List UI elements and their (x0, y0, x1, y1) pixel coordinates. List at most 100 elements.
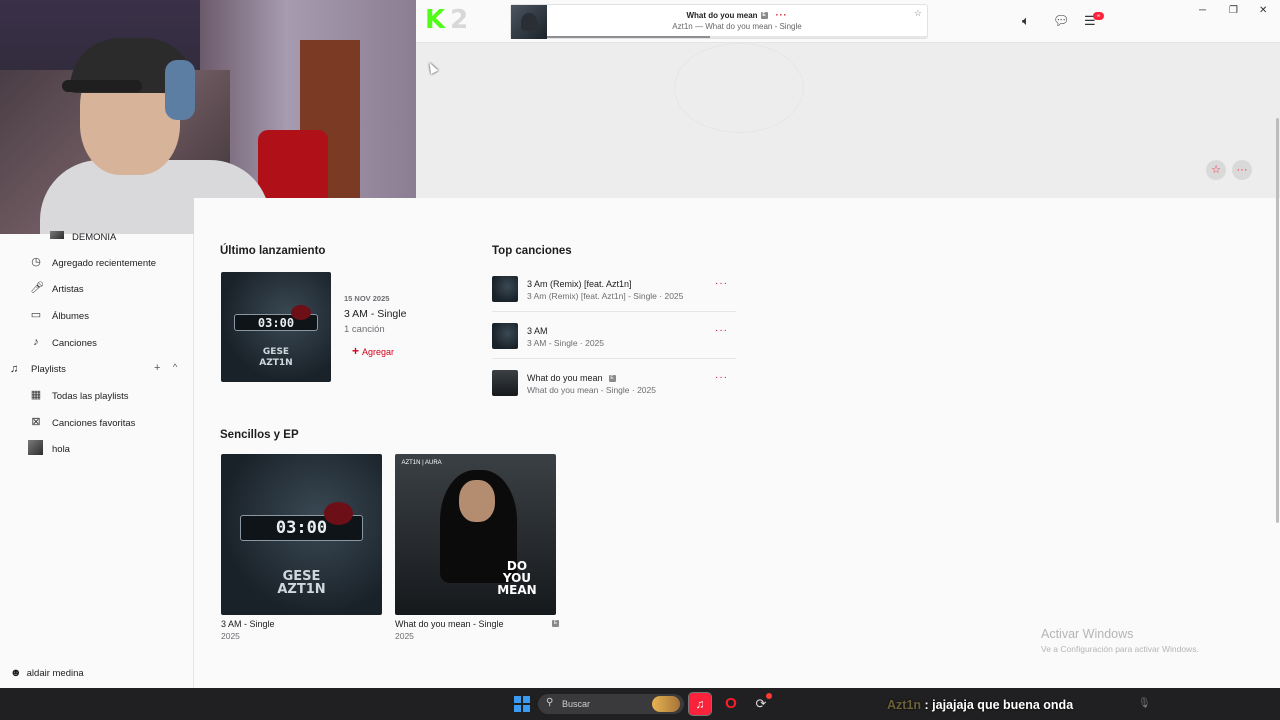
single-cover-what-do-you-mean[interactable]: AZT1N | AURA DO YOU MEAN (395, 454, 556, 615)
clock-icon: ◷ (31, 256, 41, 268)
microphone-icon: 🎤︎ (30, 282, 44, 294)
song-title: What do you mean (527, 373, 603, 383)
sidebar-item-label: hola (52, 444, 70, 455)
sidebar-item-label: Artistas (52, 284, 84, 295)
app-taskbar-icon[interactable]: ⟳ (750, 693, 772, 715)
stream-chat-overlay: Azt1n : jajajaja que buena onda (887, 698, 1073, 712)
song-title: 3 Am (Remix) [feat. Azt1n] (527, 279, 632, 289)
song-title-line: What do you mean E (527, 373, 616, 383)
chevron-up-icon[interactable]: ^ (173, 362, 177, 372)
chat-nick: Azt1n (887, 698, 922, 712)
playlist-thumb (28, 440, 43, 455)
song-subtitle: What do you mean - Single · 2025 (527, 385, 656, 395)
latest-release-cover[interactable]: 03:00 GESE AZT1N (221, 272, 331, 382)
song-row[interactable]: 3 Am (Remix) [feat. Azt1n] 3 Am (Remix) … (492, 266, 736, 312)
explicit-badge: E (760, 12, 768, 20)
lyrics-icon[interactable]: 💬︎ (1053, 13, 1070, 29)
volume-icon[interactable]: 🔈︎ (1022, 13, 1030, 29)
sidebar: DEMONIA ◷ Agregado recientemente 🎤︎ Arti… (0, 231, 194, 688)
microphone-tray-icon[interactable]: 🎙︎ (1138, 698, 1151, 709)
song-artwork (492, 323, 518, 349)
sidebar-item-recently-added[interactable]: ◷ Agregado recientemente (0, 251, 194, 277)
sidebar-item-hola[interactable]: hola (0, 437, 194, 463)
playlists-header-label: Playlists (31, 364, 66, 375)
avatar-icon: ☻ (10, 667, 22, 679)
now-playing-more-button[interactable]: ··· (776, 10, 788, 20)
grid-icon: ▦ (30, 389, 42, 401)
cover-aztin-text: AZT1N (277, 581, 326, 597)
kick-overlay-logo: K2 (425, 5, 470, 35)
favorite-artist-button[interactable]: ☆ (1206, 160, 1226, 180)
search-icon: ⚲ (546, 697, 554, 708)
chat-message: : jajajaja que buena onda (921, 698, 1074, 712)
sidebar-item-artists[interactable]: 🎤︎ Artistas (0, 277, 194, 303)
song-more-button[interactable]: ··· (715, 278, 728, 289)
latest-release-title[interactable]: 3 AM - Single (344, 308, 406, 320)
sidebar-item-label: DEMONIA (72, 232, 117, 243)
single-year: 2025 (221, 631, 240, 641)
sidebar-item-demonia[interactable]: DEMONIA (0, 226, 194, 252)
search-placeholder: Buscar (562, 699, 591, 709)
sidebar-item-label: Todas las playlists (52, 391, 129, 402)
playlist-icon: ♫ (10, 363, 19, 375)
now-playing-lcd[interactable]: What do you mean E ··· Azt1n — What do you… (510, 4, 928, 39)
account-button[interactable]: ☻ aldair medina (10, 667, 84, 679)
scrollbar[interactable] (1276, 118, 1279, 523)
sidebar-item-label: Canciones (52, 338, 97, 349)
now-playing-subtitle: Azt1n — What do you mean - Single (672, 22, 802, 31)
latest-release-count: 1 canción (344, 324, 385, 335)
start-button[interactable] (514, 696, 530, 712)
song-subtitle: 3 AM - Single · 2025 (527, 338, 605, 348)
add-label: Agregar (362, 347, 395, 357)
now-playing-artwork[interactable] (511, 5, 547, 39)
sidebar-item-label: Canciones favoritas (52, 418, 136, 429)
song-subtitle: 3 Am (Remix) [feat. Azt1n] - Single · 20… (527, 291, 684, 301)
song-row[interactable]: 3 AM 3 AM - Single · 2025 ··· (492, 313, 736, 359)
now-playing-title: What do you mean (686, 11, 758, 20)
close-button[interactable]: ✕ (1259, 5, 1267, 16)
latest-release-date: 15 NOV 2025 (344, 294, 390, 303)
sidebar-item-favorite-songs[interactable]: ⊠ Canciones favoritas (0, 411, 194, 437)
explicit-badge: E (608, 375, 616, 383)
artist-header (416, 43, 1280, 198)
music-note-icon: ♪ (33, 336, 39, 348)
playback-progress-bar[interactable] (547, 36, 927, 38)
plus-icon: + (352, 344, 360, 358)
singles-heading: Sencillos y EP (220, 429, 299, 441)
single-title[interactable]: What do you mean - Single (395, 619, 504, 629)
sidebar-item-albums[interactable]: ▭ Álbumes (0, 304, 194, 330)
cover-aztin-text: AZT1N (259, 357, 293, 368)
apple-music-taskbar-icon[interactable]: ♫ (688, 692, 712, 716)
user-name: aldair medina (26, 668, 84, 679)
activate-title: Activar Windows (1041, 627, 1134, 641)
opera-taskbar-icon[interactable]: O (720, 693, 742, 715)
minimize-button[interactable]: ─ (1199, 5, 1206, 16)
song-artwork (492, 370, 518, 396)
artist-more-button[interactable]: ··· (1232, 160, 1252, 180)
artist-avatar-placeholder (674, 43, 804, 133)
single-year: 2025 (395, 631, 414, 641)
song-more-button[interactable]: ··· (715, 325, 728, 336)
cover-line-3: MEAN (497, 582, 537, 597)
single-title[interactable]: 3 AM - Single (221, 619, 275, 629)
add-to-library-button[interactable]: + Agregar (352, 344, 394, 358)
now-playing-title-line: What do you mean E ··· (547, 10, 927, 20)
restore-button[interactable]: ❐ (1229, 5, 1238, 16)
single-cover-3am[interactable]: 03:00 GESE AZT1N (221, 454, 382, 615)
search-highlight-image (652, 696, 680, 712)
sidebar-item-all-playlists[interactable]: ▦ Todas las playlists (0, 384, 194, 410)
explicit-badge: E (552, 620, 559, 627)
taskbar-search[interactable]: ⚲ Buscar (538, 694, 684, 714)
song-row[interactable]: What do you mean E What do you mean - Sin… (492, 360, 736, 406)
song-more-button[interactable]: ··· (715, 372, 728, 383)
playlists-section-header[interactable]: ♫ Playlists + ^ (0, 357, 194, 383)
song-title: 3 AM (527, 326, 548, 336)
sidebar-item-songs[interactable]: ♪ Canciones (0, 331, 194, 357)
song-artwork (492, 276, 518, 302)
favorite-star-icon[interactable]: ☆ (914, 8, 922, 19)
add-playlist-icon[interactable]: + (154, 362, 160, 374)
activate-windows-watermark: Activar Windows Ve a Configuración para … (1041, 627, 1199, 654)
star-icon: ⊠ (31, 416, 41, 428)
latest-release-heading: Último lanzamiento (220, 245, 326, 257)
cover-gese-text: GESE (262, 346, 290, 357)
